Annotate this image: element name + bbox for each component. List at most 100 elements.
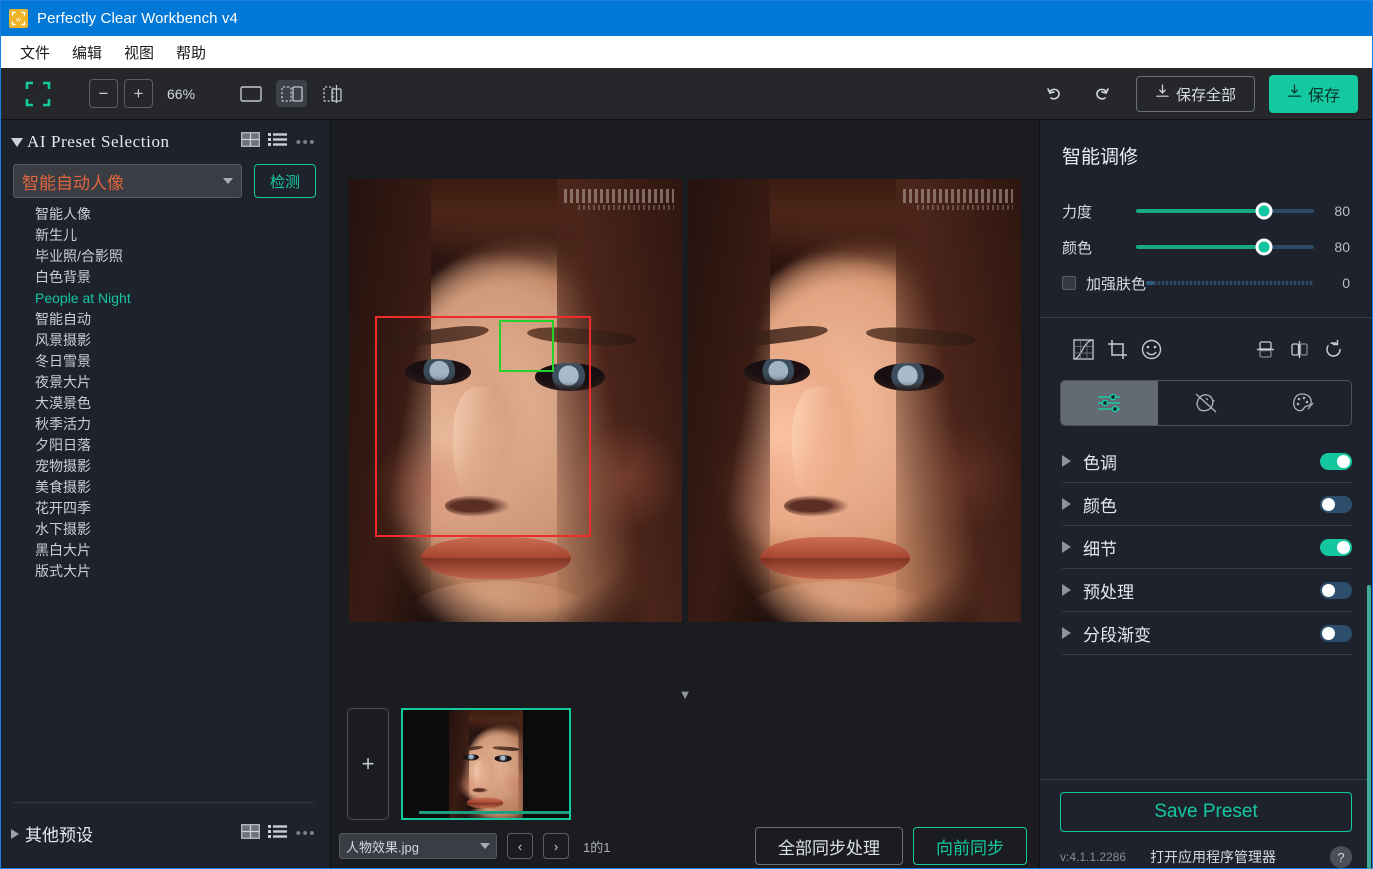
expand-triangle-icon[interactable] [11,828,19,839]
preset-item[interactable]: 毕业照/合影照 [35,246,330,267]
preset-item[interactable]: 新生儿 [35,225,330,246]
flip-horizontal-icon[interactable] [1282,334,1316,364]
preset-item[interactable]: 美食摄影 [35,477,330,498]
prev-image-button[interactable]: ‹ [507,833,533,859]
preset-item[interactable]: 黑白大片 [35,540,330,561]
expand-triangle-icon[interactable] [1062,498,1071,510]
image-canvas[interactable] [331,120,1039,681]
collapse-triangle-icon[interactable] [11,137,23,147]
section-color[interactable]: 颜色 [1062,483,1352,525]
app-manager-link[interactable]: 打开应用程序管理器 [1150,847,1330,867]
slider-track[interactable] [1136,238,1314,256]
title-bar: w Perfectly Clear Workbench v4 [1,1,1372,36]
curves-icon[interactable] [1066,334,1100,364]
redo-icon[interactable] [1084,77,1118,111]
detect-button[interactable]: 检测 [254,164,316,198]
split-view-icon[interactable] [276,80,307,107]
flip-vertical-icon[interactable] [1248,334,1282,364]
preset-item[interactable]: 秋季活力 [35,414,330,435]
save-preset-button[interactable]: Save Preset [1060,792,1352,832]
sliders-tab[interactable] [1061,381,1158,425]
single-view-icon[interactable] [235,80,266,107]
preset-item[interactable]: 白色背景 [35,267,330,288]
preset-item[interactable]: 智能人像 [35,204,330,225]
slider-track[interactable] [1146,281,1314,285]
expand-triangle-icon[interactable] [1062,455,1071,467]
file-name-dropdown[interactable]: 人物效果.jpg [339,833,497,859]
compare-view-icon[interactable] [317,80,348,107]
after-image[interactable] [688,179,1021,622]
before-image[interactable] [349,179,682,622]
save-button[interactable]: 保存 [1268,75,1358,113]
palette-tab[interactable] [1254,381,1351,425]
divider [1062,654,1352,655]
section-label: 色调 [1083,453,1117,473]
fit-frame-icon[interactable] [25,81,51,107]
section-toggle[interactable] [1320,452,1352,470]
section-preprocess[interactable]: 预处理 [1062,569,1352,611]
more-options-icon[interactable]: ••• [296,134,316,151]
section-toggle[interactable] [1320,495,1352,513]
menu-edit[interactable]: 编辑 [63,38,111,67]
save-all-button[interactable]: 保存全部 [1135,76,1255,112]
grid-view-icon[interactable] [240,823,260,844]
sync-forward-button[interactable]: 向前同步 [913,827,1027,865]
next-image-button[interactable]: › [543,833,569,859]
menu-help[interactable]: 帮助 [167,38,215,67]
menu-file[interactable]: 文件 [11,38,59,67]
grid-view-icon[interactable] [240,132,260,152]
preset-item[interactable]: 风景摄影 [35,330,330,351]
preset-item[interactable]: 花开四季 [35,498,330,519]
preset-item[interactable]: 大漠景色 [35,393,330,414]
section-toggle[interactable] [1320,581,1352,599]
slider-handle[interactable] [1255,238,1273,256]
thumbnail-item[interactable] [401,708,571,820]
face-icon[interactable] [1134,334,1168,364]
section-toggle[interactable] [1320,624,1352,642]
app-logo-icon: w [9,9,28,28]
preset-item[interactable]: 宠物摄影 [35,456,330,477]
crop-icon[interactable] [1100,334,1134,364]
section-detail[interactable]: 细节 [1062,526,1352,568]
preset-item[interactable]: 夜景大片 [35,372,330,393]
main-toolbar: − + 66% 保存全部 保存 [1,68,1372,175]
portrait-photo-enhanced [688,179,1021,622]
expand-triangle-icon[interactable] [1062,584,1071,596]
expand-triangle-icon[interactable] [1062,541,1071,553]
preset-item[interactable]: 冬日雪景 [35,351,330,372]
preset-item[interactable]: People at Night [35,288,330,309]
section-toggle[interactable] [1320,538,1352,556]
list-view-icon[interactable] [267,824,287,844]
help-icon[interactable]: ? [1330,846,1352,868]
right-panel-footer: Save Preset v:4.1.1.2286 打开应用程序管理器 ? [1040,779,1372,868]
zoom-out-button[interactable]: − [89,79,118,108]
more-options-icon[interactable]: ••• [296,825,316,842]
section-tone[interactable]: 色调 [1062,440,1352,482]
slider-track[interactable] [1136,202,1314,220]
rotate-icon[interactable] [1316,334,1350,364]
preset-item[interactable]: 版式大片 [35,561,330,582]
slider-color: 颜色 80 [1062,229,1350,265]
right-panel-scrollbar[interactable] [1367,585,1371,869]
section-gradient[interactable]: 分段渐变 [1062,612,1352,654]
skin-tone-checkbox[interactable] [1062,276,1076,290]
thumbnail-image [449,710,523,818]
expand-triangle-icon[interactable] [1062,627,1071,639]
filmstrip-collapse-icon[interactable]: ▼ [331,681,1039,704]
add-image-button[interactable]: + [347,708,389,820]
preset-dropdown[interactable]: 智能自动人像 [13,164,242,198]
undo-icon[interactable] [1038,77,1072,111]
slider-handle[interactable] [1255,202,1273,220]
plus-icon: + [361,751,375,776]
list-view-icon[interactable] [267,132,287,152]
preset-item[interactable]: 水下摄影 [35,519,330,540]
zoom-in-button[interactable]: + [124,79,153,108]
menu-view[interactable]: 视图 [115,38,163,67]
retouch-tab[interactable] [1158,381,1255,425]
preset-item[interactable]: 夕阳日落 [35,435,330,456]
zoom-out-label: − [98,83,109,103]
chevron-down-icon [223,178,233,184]
right-panel-title: 智能调修 [1062,147,1139,168]
preset-item[interactable]: 智能自动 [35,309,330,330]
sync-all-button[interactable]: 全部同步处理 [755,827,903,865]
